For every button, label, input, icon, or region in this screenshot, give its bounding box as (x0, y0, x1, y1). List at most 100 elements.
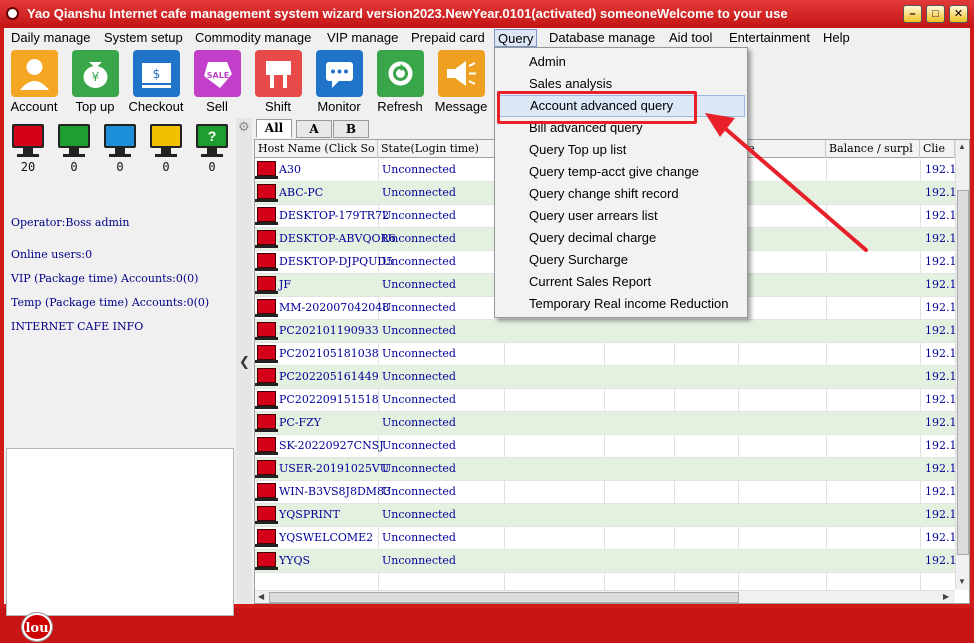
question-monitor-icon: ? (196, 124, 228, 148)
table-row[interactable]: SK-20220927CNSJ Unconnected 192.1 (255, 435, 957, 458)
scroll-left-icon[interactable]: ◀ (258, 592, 264, 601)
host-name-cell: PC202101190933 (279, 324, 379, 337)
col-state[interactable]: State(Login time) (378, 140, 504, 158)
top-up-button[interactable]: ¥ Top up (67, 50, 123, 118)
tab-all[interactable]: All (256, 119, 292, 138)
query-menu-item[interactable]: Current Sales Report (497, 271, 745, 293)
state-cell: Unconnected (382, 485, 456, 498)
status-monitor-green[interactable] (58, 124, 90, 158)
menu-bar: Daily manage System setup Commodity mana… (4, 28, 970, 48)
status-monitor-red[interactable] (12, 124, 44, 158)
computer-icon (255, 506, 278, 524)
query-menu-item[interactable]: Query user arrears list (497, 205, 745, 227)
count-green: 0 (70, 160, 78, 174)
status-monitor-blue[interactable] (104, 124, 136, 158)
menu-help[interactable]: Help (820, 29, 853, 47)
menu-commodity-manage[interactable]: Commodity manage (192, 29, 314, 47)
menu-database-manage[interactable]: Database manage (546, 29, 658, 47)
vertical-scrollbar[interactable]: ▲ ▼ (955, 140, 969, 590)
query-dropdown-menu: Admin Sales analysis Account advanced quer… (494, 47, 748, 318)
query-menu-item[interactable]: Query change shift record (497, 183, 745, 205)
maximize-button[interactable]: □ (926, 5, 945, 23)
menu-vip-manage[interactable]: VIP manage (324, 29, 401, 47)
table-row[interactable]: PC202205161449 Unconnected 192.1 (255, 366, 957, 389)
host-name-cell: WIN-B3VS8J8DM83 (279, 485, 392, 498)
state-cell: Unconnected (382, 209, 456, 222)
host-name-cell: YYQS (279, 554, 311, 567)
collapse-arrow-icon[interactable]: ❮ (239, 354, 250, 370)
panel-splitter[interactable]: ❮ (236, 118, 252, 604)
settings-gear-icon[interactable]: ⚙ (238, 119, 250, 135)
table-row[interactable]: USER-20191025VU Unconnected 192.1 (255, 458, 957, 481)
temp-accounts-label: Temp (Package time) Accounts:0(0) (11, 296, 210, 309)
state-cell: Unconnected (382, 416, 456, 429)
message-button[interactable]: Message (433, 50, 489, 118)
account-button[interactable]: Account (6, 50, 62, 118)
host-name-cell: A30 (279, 163, 301, 176)
account-icon (10, 50, 58, 97)
horizontal-scrollbar[interactable]: ◀ ▶ (255, 590, 955, 603)
vertical-scroll-thumb[interactable] (957, 190, 969, 555)
menu-daily-manage[interactable]: Daily manage (8, 29, 94, 47)
host-name-cell: DESKTOP-DJPQUD5 (279, 255, 394, 268)
menu-query[interactable]: Query (494, 29, 538, 47)
query-menu-item[interactable]: Admin (497, 51, 745, 73)
computer-icon (255, 391, 278, 409)
annotation-highlight-box (497, 91, 697, 124)
shift-button[interactable]: Shift (250, 50, 306, 118)
tab-b[interactable]: B (333, 120, 369, 138)
state-cell: Unconnected (382, 186, 456, 199)
col-balance[interactable]: Balance / surpl (826, 140, 920, 158)
host-name-cell: PC-FZY (279, 416, 322, 429)
checkout-button[interactable]: $ Checkout (128, 50, 184, 118)
horizontal-scroll-thumb[interactable] (269, 592, 739, 603)
scroll-up-icon[interactable]: ▲ (958, 142, 966, 151)
state-cell: Unconnected (382, 554, 456, 567)
col-host-name[interactable]: Host Name (Click So (255, 140, 378, 158)
client-area: Daily manage System setup Commodity mana… (4, 28, 970, 641)
table-row[interactable]: PC202105181038 Unconnected 192.1 (255, 343, 957, 366)
host-name-cell: ABC-PC (279, 186, 324, 199)
menu-prepaid-card[interactable]: Prepaid card (408, 29, 488, 47)
state-cell: Unconnected (382, 255, 456, 268)
host-name-cell: YQSPRINT (279, 508, 340, 521)
table-row[interactable]: WIN-B3VS8J8DM83 Unconnected 192.1 (255, 481, 957, 504)
svg-text:¥: ¥ (91, 70, 99, 84)
menu-aid-tool[interactable]: Aid tool (666, 29, 715, 47)
close-button[interactable]: ✕ (949, 5, 968, 23)
col-client-ip[interactable]: Clie (920, 140, 955, 158)
query-menu-item[interactable]: Query temp-acct give change (497, 161, 745, 183)
scroll-down-icon[interactable]: ▼ (958, 577, 966, 586)
monitor-button[interactable]: Monitor (311, 50, 367, 118)
minimize-button[interactable]: – (903, 5, 922, 23)
query-menu-item[interactable]: Query Top up list (497, 139, 745, 161)
count-yellow: 0 (162, 160, 170, 174)
menu-entertainment[interactable]: Entertainment (726, 29, 813, 47)
query-menu-item[interactable]: Temporary Real income Reduction (497, 293, 745, 315)
table-row[interactable]: YQSPRINT Unconnected 192.1 (255, 504, 957, 527)
host-name-cell: DESKTOP-179TR72 (279, 209, 390, 222)
menu-system-setup[interactable]: System setup (101, 29, 186, 47)
host-name-cell: PC202205161449 (279, 370, 379, 383)
host-name-cell: YQSWELCOME2 (279, 531, 374, 544)
table-row[interactable]: PC202101190933 Unconnected 192.1 (255, 320, 957, 343)
state-cell: Unconnected (382, 278, 456, 291)
table-row[interactable]: PC202209151518 Unconnected 192.1 (255, 389, 957, 412)
table-row[interactable]: YYQS Unconnected 192.1 (255, 550, 957, 573)
monitor-red-icon (12, 124, 44, 148)
client-ip-cell: 192.1 (925, 370, 957, 383)
tab-a[interactable]: A (296, 120, 332, 138)
client-ip-cell: 192.1 (925, 278, 957, 291)
table-row[interactable]: YQSWELCOME2 Unconnected 192.1 (255, 527, 957, 550)
scroll-right-icon[interactable]: ▶ (943, 592, 949, 601)
query-menu-item[interactable]: Query decimal charge (497, 227, 745, 249)
refresh-button[interactable]: Refresh (372, 50, 428, 118)
client-ip-cell: 192.1 (925, 508, 957, 521)
query-menu-item[interactable]: Query Surcharge (497, 249, 745, 271)
computer-icon (255, 276, 278, 294)
status-monitor-yellow[interactable] (150, 124, 182, 158)
status-monitor-unknown[interactable]: ? (196, 124, 228, 158)
sell-button[interactable]: SALE Sell (189, 50, 245, 118)
table-row[interactable]: PC-FZY Unconnected 192.1 (255, 412, 957, 435)
cafe-info-link[interactable]: INTERNET CAFE INFO (11, 320, 143, 333)
